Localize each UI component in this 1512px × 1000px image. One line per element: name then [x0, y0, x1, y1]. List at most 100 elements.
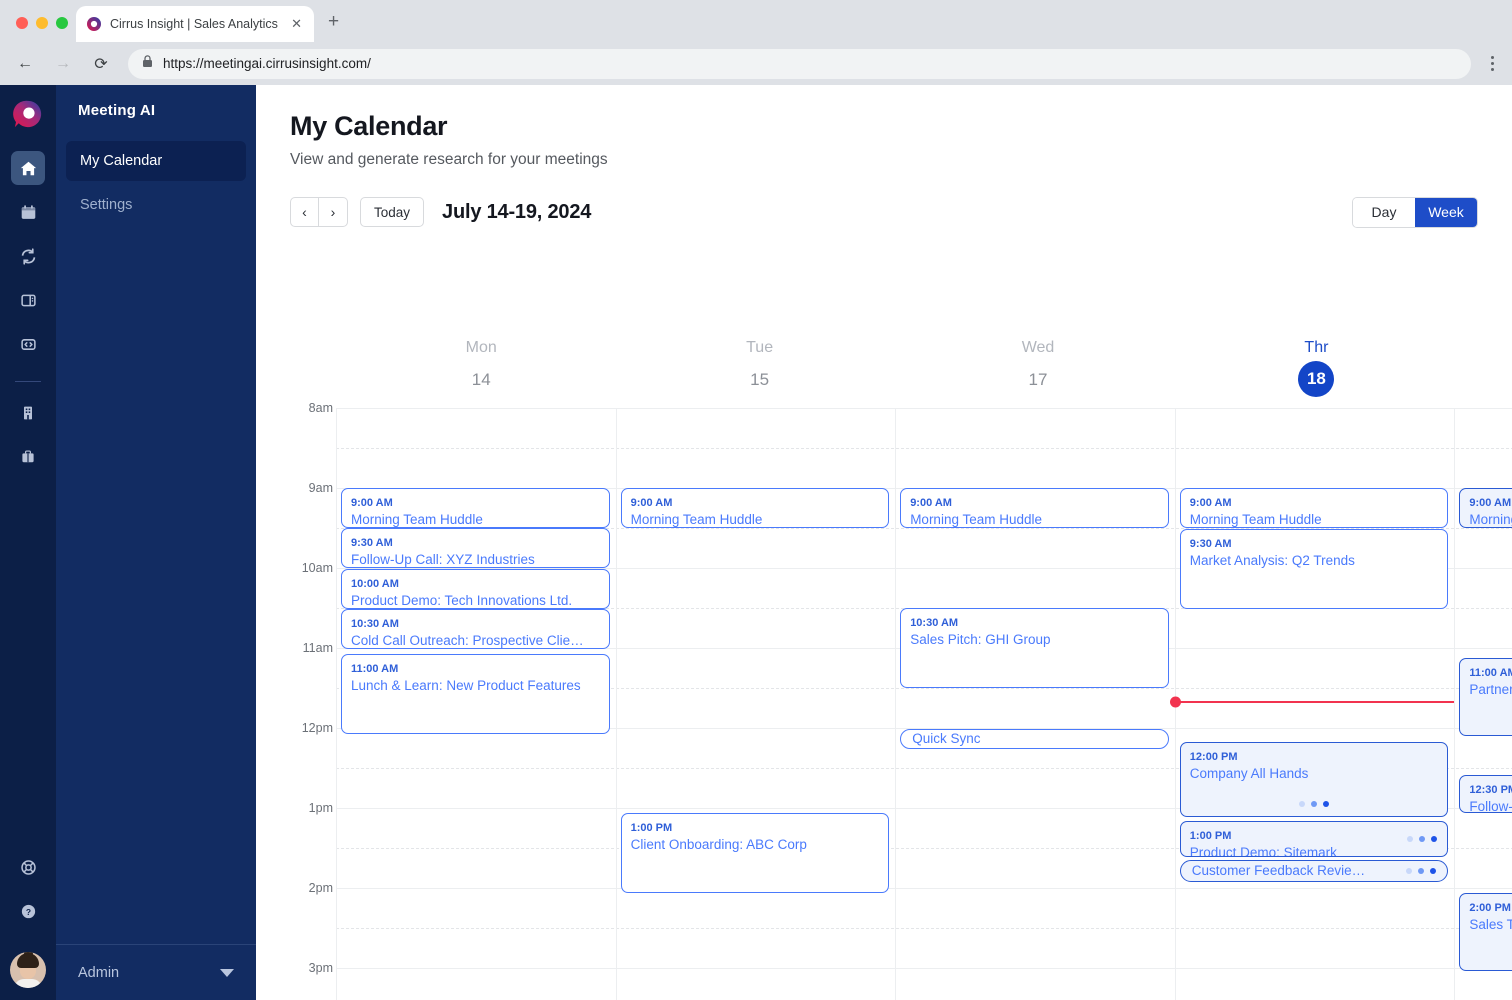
event-time: 9:00 AM: [1469, 497, 1512, 509]
previous-week-button[interactable]: ‹: [290, 197, 319, 227]
user-avatar[interactable]: [10, 952, 46, 988]
column-divider: [1454, 408, 1456, 1000]
briefcase-icon[interactable]: [11, 440, 45, 474]
calendar-event[interactable]: 9:00 AM Morning Team Huddle: [900, 488, 1169, 528]
event-title: Client Onboarding: ABC Corp: [630, 837, 807, 853]
time-label: 1pm: [308, 801, 333, 815]
calendar-icon[interactable]: [11, 195, 45, 229]
page-title: My Calendar: [290, 111, 448, 141]
day-name: Mon: [465, 339, 497, 356]
today-button[interactable]: Today: [360, 197, 425, 227]
minimize-window-button[interactable]: [36, 17, 48, 29]
tab-week-view[interactable]: Week: [1415, 197, 1477, 227]
sidebar-nav: Meeting AI My Calendar Settings Admin: [56, 85, 256, 1000]
sidebar-items: My Calendar Settings: [56, 141, 256, 229]
event-time: 9:00 AM: [351, 497, 393, 509]
event-title: Morning Team Huddle: [351, 512, 483, 528]
calendar-day-header[interactable]: Fri19: [1456, 330, 1512, 408]
event-time: 12:30 PM: [1469, 784, 1512, 796]
rail-divider: [15, 381, 41, 382]
event-title: Morning Team Huddle: [910, 512, 1043, 528]
building-icon[interactable]: [11, 396, 45, 430]
calendar-event[interactable]: 9:00 AM Morning Team Huddle: [1179, 488, 1449, 528]
event-title: Partnership Discussion: MNO Partners: [1469, 682, 1512, 698]
column-divider: [895, 408, 897, 1000]
calendar-event[interactable]: 10:30 AM Cold Call Outreach: Prospective …: [341, 609, 610, 649]
browser-tab[interactable]: Cirrus Insight | Sales Analytics ✕: [76, 6, 314, 42]
event-time: 1:00 PM: [630, 822, 673, 834]
calendar-day-header[interactable]: Tue 15: [620, 330, 898, 408]
calendar-event[interactable]: 2:00 PM Sales Training: New Techniques: [1459, 893, 1512, 971]
sidebar-item-settings[interactable]: Settings: [66, 185, 246, 225]
calendar-event[interactable]: 9:00 AM Morning Team Huddle: [1459, 488, 1512, 528]
new-tab-button[interactable]: +: [328, 12, 339, 31]
sidebar-item-label: Settings: [80, 197, 133, 213]
calendar-event[interactable]: 12:00 PM Company All Hands: [1179, 742, 1449, 817]
event-title: Sales Pitch: GHI Group: [910, 632, 1051, 648]
panel-layout-icon[interactable]: [11, 283, 45, 317]
half-hour-gridline: [336, 928, 1512, 929]
maximize-window-button[interactable]: [56, 17, 68, 29]
day-number: 15: [750, 370, 770, 389]
calendar-event[interactable]: 10:30 AM Sales Pitch: GHI Group: [900, 608, 1169, 688]
help-icon[interactable]: ?: [11, 894, 45, 928]
home-icon[interactable]: [11, 151, 45, 185]
event-time: 12:00 PM: [1189, 751, 1238, 763]
calendar: Mon 14 Tue 15 Wed 17 Thr 18 Fri19 8am 9am 10am 11am…: [290, 330, 1512, 1000]
day-name: Wed: [1021, 339, 1055, 356]
back-button[interactable]: ←: [14, 53, 36, 75]
event-title: Cold Call Outreach: Prospective Clie…: [351, 633, 584, 649]
main-content: My Calendar View and generate research f…: [256, 85, 1512, 1000]
code-icon[interactable]: [11, 327, 45, 361]
event-title: Morning Team Huddle: [1469, 512, 1512, 528]
calendar-day-header[interactable]: Wed 17: [899, 330, 1177, 408]
calendar-day-header[interactable]: Thr 18: [1177, 330, 1455, 408]
close-window-button[interactable]: [16, 17, 28, 29]
hour-gridline: [336, 968, 1512, 969]
sync-icon[interactable]: [11, 239, 45, 273]
time-label: 10am: [301, 561, 333, 575]
calendar-event[interactable]: 9:30 AM Follow-Up Call: XYZ Industries: [341, 528, 610, 568]
calendar-event[interactable]: 11:00 AM Partnership Discussion: MNO Part…: [1459, 658, 1512, 736]
calendar-event[interactable]: 9:00 AM Morning Team Huddle: [620, 488, 890, 528]
app-shell: ? Meeting AI My Calendar Settings Admin …: [0, 85, 1512, 1000]
calendar-event[interactable]: 9:00 AM Morning Team Huddle: [341, 488, 610, 528]
view-toggle: Day Week: [1352, 196, 1478, 228]
forward-button[interactable]: →: [52, 53, 74, 75]
reload-button[interactable]: ⟳: [90, 53, 112, 75]
calendar-event[interactable]: 1:00 PM Product Demo: Sitemark: [1179, 821, 1449, 857]
sidebar-item-my-calendar[interactable]: My Calendar: [66, 141, 246, 181]
event-title: Morning Team Huddle: [1189, 512, 1322, 528]
event-time: 10:30 AM: [910, 617, 959, 629]
time-axis: 8am9am10am11am12pm1pm2pm3pm4pm: [290, 401, 342, 1000]
event-time: 9:00 AM: [1189, 497, 1232, 509]
event-title: Sales Training: New Techniques: [1469, 917, 1512, 933]
next-week-button[interactable]: ›: [319, 197, 348, 227]
address-bar[interactable]: https://meetingai.cirrusinsight.com/: [128, 48, 1471, 79]
user-menu[interactable]: Admin: [56, 944, 256, 1000]
close-tab-button[interactable]: ✕: [289, 16, 304, 32]
browser-tab-title: Cirrus Insight | Sales Analytics: [110, 17, 278, 31]
calendar-event[interactable]: 9:30 AM Market Analysis: Q2 Trends: [1179, 529, 1449, 609]
calendar-event[interactable]: Quick Sync: [900, 729, 1169, 749]
calendar-event[interactable]: 12:30 PM Follow-Up Call: XYZ Industries: [1459, 775, 1512, 813]
calendar-event[interactable]: 11:00 AM Lunch & Learn: New Product Featu…: [341, 654, 610, 734]
calendar-event[interactable]: 1:00 PM Client Onboarding: ABC Corp: [620, 813, 890, 893]
browser-menu-button[interactable]: [1487, 52, 1498, 75]
event-title: Market Analysis: Q2 Trends: [1189, 553, 1355, 569]
event-title: Quick Sync: [912, 730, 981, 746]
calendar-day-header[interactable]: Mon 14: [342, 330, 620, 408]
lifebuoy-icon[interactable]: [11, 850, 45, 884]
lock-icon: [142, 54, 153, 73]
calendar-event[interactable]: 10:00 AM Product Demo: Tech Innovations L…: [341, 569, 610, 609]
browser-chrome: Cirrus Insight | Sales Analytics ✕ + ← →…: [0, 0, 1512, 85]
half-hour-gridline: [336, 448, 1512, 449]
research-loading-dots: [1406, 868, 1437, 874]
event-time: 9:30 AM: [1189, 538, 1232, 550]
event-time: 10:30 AM: [351, 618, 399, 630]
calendar-event[interactable]: Customer Feedback Revie…: [1179, 860, 1449, 882]
date-range-label: July 14-19, 2024: [442, 200, 592, 223]
event-title: Company All Hands: [1189, 766, 1309, 782]
tab-day-view[interactable]: Day: [1353, 197, 1415, 227]
calendar-event-area[interactable]: 9:00 AM Morning Team Huddle 9:30 AM Follow-…: [336, 408, 1512, 1000]
